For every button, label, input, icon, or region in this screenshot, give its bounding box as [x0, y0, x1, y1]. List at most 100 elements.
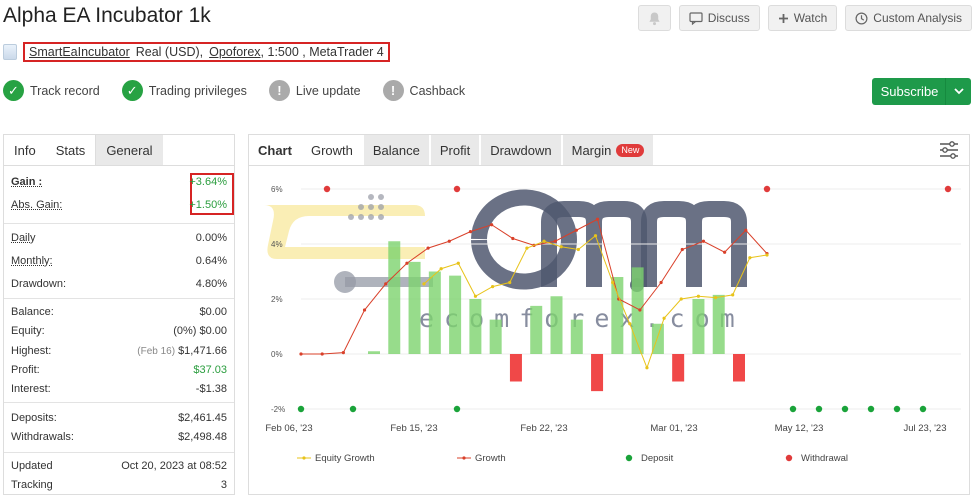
equity-point — [662, 316, 666, 320]
legend-swatch-point — [462, 456, 466, 460]
owner-link[interactable]: SmartEaIncubator — [29, 45, 130, 59]
bar — [368, 351, 380, 354]
deposit-marker — [349, 405, 357, 413]
deposit-marker — [841, 405, 849, 413]
exclamation-icon: ! — [268, 80, 290, 101]
stat-tracking: Tracking 3 — [4, 476, 234, 494]
badge-track-record[interactable]: ✓ Track record — [3, 80, 100, 101]
legend-swatch-point — [302, 456, 306, 460]
tab-chart[interactable]: Chart — [249, 135, 302, 165]
stat-label[interactable]: Monthly: — [11, 255, 53, 267]
equity-point — [422, 282, 426, 286]
account-line: SmartEaIncubator Real (USD), Opoforex , … — [3, 42, 390, 62]
page-title: Alpha EA Incubator 1k — [3, 4, 211, 27]
stat-value: $0.00 — [199, 325, 227, 337]
notify-button[interactable] — [637, 5, 671, 31]
deposit-marker — [297, 405, 305, 413]
chevron-down-icon[interactable] — [945, 78, 971, 105]
growth-point — [299, 352, 303, 356]
tab-info[interactable]: Info — [4, 135, 46, 165]
watch-button[interactable]: Watch — [767, 5, 838, 31]
equity-point — [439, 267, 443, 271]
stat-note: (Feb 16) — [137, 346, 176, 357]
x-tick-label: Feb 22, '23 — [520, 423, 567, 434]
stat-label[interactable]: Abs. Gain: — [11, 199, 62, 211]
header-actions: Discuss Watch Custom Analysis — [637, 5, 972, 31]
badge-label: Cashback — [409, 83, 466, 98]
growth-point — [701, 239, 706, 243]
growth-point — [341, 351, 345, 355]
stat-monthly: Monthly: 0.64% — [4, 252, 234, 270]
bell-icon — [649, 11, 660, 25]
deposit-marker — [453, 405, 461, 413]
stat-label: Balance: — [11, 306, 54, 318]
stat-label[interactable]: Daily — [11, 232, 35, 244]
equity-point — [696, 294, 700, 298]
stat-label[interactable]: Gain : — [11, 176, 42, 188]
equity-point — [456, 261, 460, 265]
badge-label: Track record — [30, 83, 100, 98]
tab-general[interactable]: General — [95, 135, 163, 165]
tab-balance[interactable]: Balance — [363, 135, 430, 165]
subscribe-label: Subscribe — [880, 84, 939, 99]
badge-cashback[interactable]: ! Cashback — [382, 80, 466, 101]
equity-point — [593, 234, 598, 238]
tab-stats[interactable]: Stats — [46, 135, 96, 165]
withdrawal-marker — [763, 185, 771, 193]
tab-margin[interactable]: Margin New — [562, 135, 655, 165]
withdrawal-marker — [944, 185, 952, 193]
growth-point — [574, 228, 578, 232]
stat-value: $1,471.66 — [178, 345, 227, 357]
tab-drawdown[interactable]: Drawdown — [481, 135, 562, 165]
tab-profit[interactable]: Profit — [430, 135, 481, 165]
growth-point — [744, 228, 748, 232]
tab-growth[interactable]: Growth — [301, 135, 363, 165]
stat-value: $2,498.48 — [178, 431, 227, 443]
growth-chart: ecomforex.com 6% 4% 2% 0% -2% Feb 06, '23 Feb … — [264, 185, 961, 464]
custom-analysis-button[interactable]: Custom Analysis — [845, 5, 972, 31]
watermark-logo: ecomforex.com — [264, 189, 747, 333]
x-tick-label: Feb 15, '23 — [390, 423, 437, 434]
settings-sliders-icon[interactable] — [939, 141, 959, 159]
badge-label: Trading privileges — [148, 83, 247, 98]
stat-value: Oct 20, 2023 at 08:52 — [121, 460, 227, 472]
stat-note: (0%) — [173, 325, 197, 337]
deposit-marker — [867, 405, 875, 413]
stat-value: 0.64% — [195, 255, 227, 267]
x-tick-label: May 12, '23 — [775, 423, 824, 434]
subscribe-button[interactable]: Subscribe — [872, 78, 971, 105]
stat-abs-gain: Abs. Gain: +1.50% — [4, 196, 234, 214]
equity-point — [559, 245, 563, 249]
growth-point — [595, 217, 600, 221]
stat-equity: Equity: (0%) $0.00 — [4, 322, 234, 340]
equity-point — [576, 247, 580, 252]
broker-link[interactable]: Opoforex — [209, 45, 260, 59]
legend-label: Deposit — [641, 453, 674, 464]
equity-point — [611, 280, 615, 285]
plus-icon — [778, 13, 788, 23]
y-tick-label: 6% — [271, 185, 283, 194]
withdrawal-marker — [453, 185, 461, 193]
legend-label: Growth — [475, 453, 506, 464]
growth-point — [659, 280, 663, 285]
info-tabs: Info Stats General — [4, 135, 234, 166]
discuss-button[interactable]: Discuss — [678, 5, 760, 31]
exclamation-icon: ! — [382, 80, 404, 101]
y-tick-label: 0% — [271, 350, 283, 359]
bar — [530, 305, 543, 354]
growth-point — [405, 261, 409, 265]
bar — [631, 267, 644, 354]
stat-value: $0.00 — [199, 306, 227, 318]
badge-live-update[interactable]: ! Live update — [268, 80, 361, 101]
discuss-label: Discuss — [707, 11, 750, 25]
stat-highest: Highest: (Feb 16) $1,471.66 — [4, 342, 234, 360]
equity-point — [679, 297, 683, 301]
growth-point — [426, 246, 430, 250]
badge-trading-privileges[interactable]: ✓ Trading privileges — [121, 80, 247, 101]
chart-tabs: Chart Growth Balance Profit Drawdown Mar… — [249, 135, 969, 166]
stat-label: Tracking — [11, 479, 53, 491]
growth-point — [447, 239, 451, 243]
growth-point — [490, 223, 494, 227]
equity-point — [508, 280, 512, 285]
account-specs: , 1:500 , MetaTrader 4 — [260, 45, 384, 59]
